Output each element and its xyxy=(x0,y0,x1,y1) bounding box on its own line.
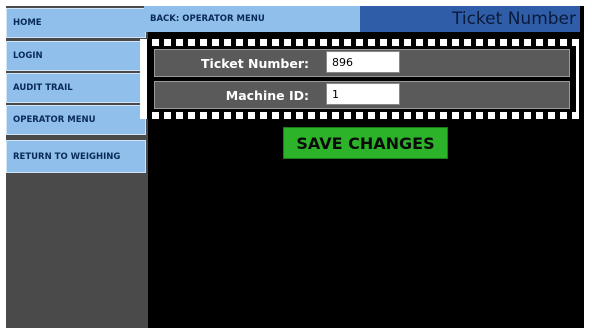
nav-home-button[interactable]: HOME xyxy=(6,8,146,38)
ticket-number-label: Ticket Number: xyxy=(201,55,309,71)
nav-audit-trail-button[interactable]: AUDIT TRAIL xyxy=(6,73,146,103)
ticket-form-panel: Ticket Number: Machine ID: xyxy=(140,39,583,119)
ticket-number-row: Ticket Number: xyxy=(154,49,570,77)
nav-login-button[interactable]: LOGIN xyxy=(6,41,146,71)
nav-operator-menu-button[interactable]: OPERATOR MENU xyxy=(6,105,146,135)
sidebar: HOME LOGIN AUDIT TRAIL OPERATOR MENU RET… xyxy=(6,6,148,328)
save-changes-button[interactable]: SAVE CHANGES xyxy=(283,127,448,159)
machine-id-input[interactable] xyxy=(326,83,400,105)
back-operator-menu-button[interactable]: BACK: OPERATOR MENU xyxy=(144,6,360,32)
machine-id-label: Machine ID: xyxy=(225,87,309,103)
nav-return-to-weighing-button[interactable]: RETURN TO WEIGHING xyxy=(6,140,146,173)
ticket-number-input[interactable] xyxy=(326,51,400,73)
machine-id-row: Machine ID: xyxy=(154,81,570,109)
page-title: Ticket Number xyxy=(360,6,580,32)
